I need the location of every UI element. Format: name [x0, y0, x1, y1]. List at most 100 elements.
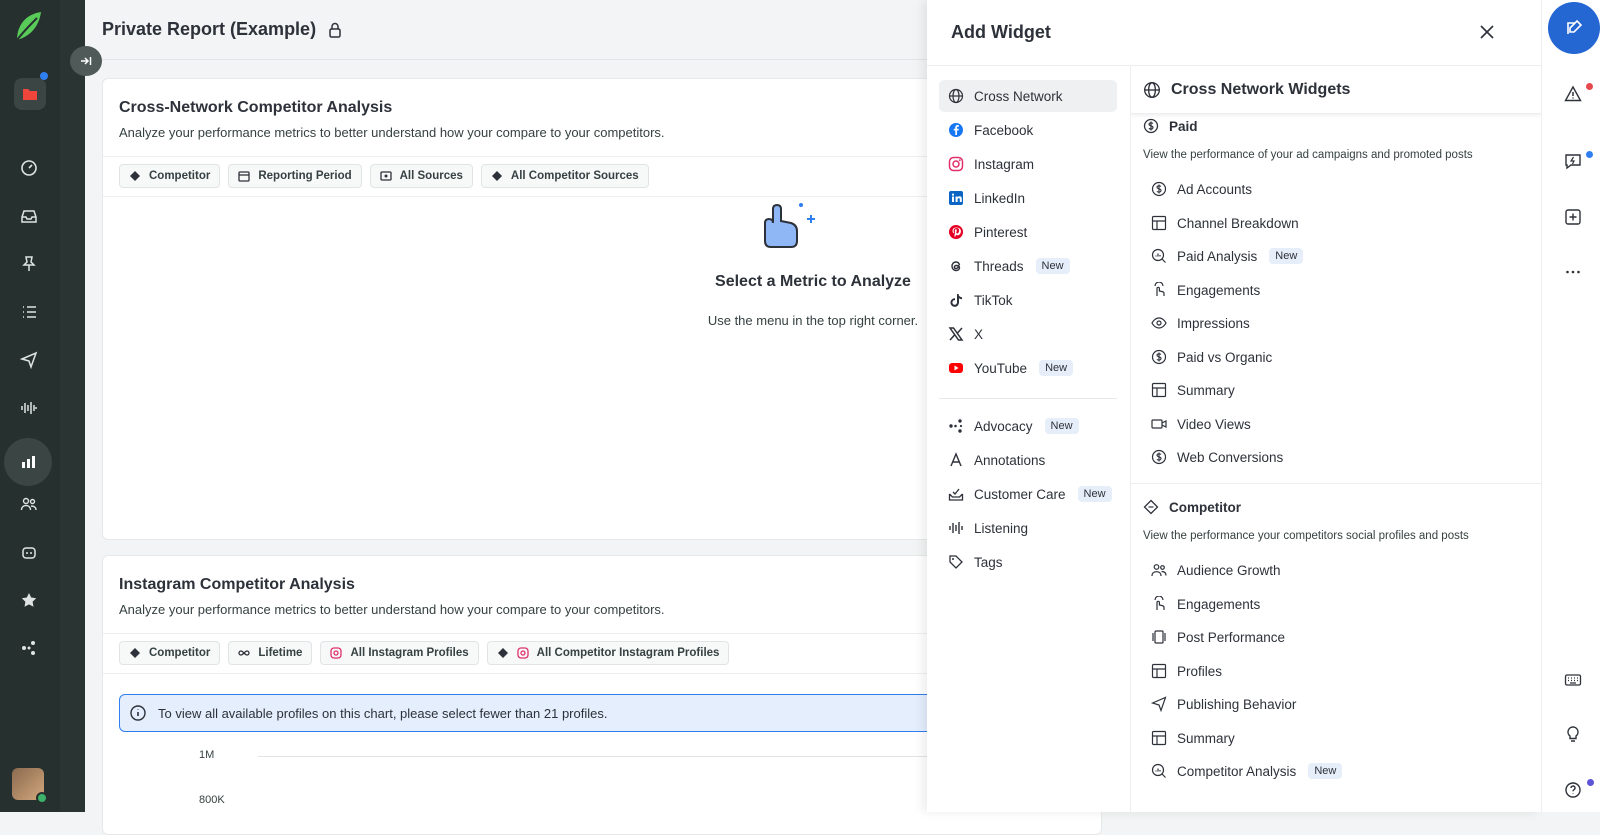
- network-nav: Cross Network Facebook Instagram LinkedI…: [927, 66, 1131, 812]
- table-icon: [1151, 730, 1167, 746]
- reports-folder-button[interactable]: [14, 78, 46, 110]
- paper-plane-icon: [20, 351, 38, 369]
- calendar-icon: [238, 171, 250, 182]
- nav-item-annotations[interactable]: Annotations: [939, 444, 1117, 476]
- ideas-button[interactable]: [1559, 720, 1587, 748]
- filter-pill-sources[interactable]: All Sources: [369, 164, 473, 188]
- messages-button[interactable]: [1559, 147, 1587, 175]
- widget-profiles[interactable]: Profiles: [1151, 659, 1222, 683]
- filter-pill-competitor[interactable]: Competitor: [119, 641, 221, 665]
- nav-item-listening[interactable]: Listening: [939, 512, 1117, 544]
- plus-square-icon: [1565, 209, 1581, 225]
- paper-plane-icon: [1151, 696, 1167, 712]
- filter-pill-period[interactable]: Reporting Period: [228, 164, 362, 188]
- notification-dot: [40, 72, 48, 80]
- widget-competitor-analysis[interactable]: Competitor Analysis New: [1151, 759, 1343, 783]
- filter-pill-lifetime[interactable]: Lifetime: [228, 641, 313, 665]
- diamond-icon: [130, 648, 140, 658]
- widget-web-conversions[interactable]: Web Conversions: [1151, 445, 1283, 469]
- alerts-button[interactable]: [1559, 80, 1587, 108]
- left-nav-rail: [0, 0, 60, 812]
- info-icon: [130, 705, 146, 721]
- widget-impressions[interactable]: Impressions: [1151, 311, 1250, 335]
- video-camera-icon: [1151, 419, 1167, 429]
- reports-nav-button[interactable]: [4, 438, 52, 486]
- card-title: Instagram Competitor Analysis: [119, 576, 355, 593]
- widget-competitor-engagements[interactable]: Engagements: [1151, 592, 1260, 616]
- advocacy-nav-button[interactable]: [15, 634, 43, 662]
- more-options-button[interactable]: [1559, 258, 1587, 286]
- list-nav-button[interactable]: [15, 298, 43, 326]
- eye-icon: [1151, 317, 1167, 329]
- widget-paid-analysis[interactable]: Paid Analysis New: [1151, 244, 1304, 268]
- filter-pill-competitor-sources[interactable]: All Competitor Sources: [480, 164, 649, 188]
- reviews-nav-button[interactable]: [15, 586, 43, 614]
- new-badge: New: [1077, 486, 1112, 502]
- widget-summary[interactable]: Summary: [1151, 378, 1235, 402]
- folder-icon: [23, 89, 37, 100]
- tiktok-icon: [950, 294, 962, 307]
- widget-engagements[interactable]: Engagements: [1151, 278, 1260, 302]
- widget-post-performance[interactable]: Post Performance: [1151, 625, 1285, 649]
- widget-audience-growth[interactable]: Audience Growth: [1151, 558, 1281, 582]
- inbox-nav-button[interactable]: [15, 202, 43, 230]
- nav-item-x[interactable]: X: [939, 318, 1117, 350]
- diamond-icon: [497, 648, 508, 658]
- sprout-logo-icon[interactable]: [13, 10, 43, 44]
- panel-title: Add Widget: [951, 22, 1051, 42]
- help-dot: [1587, 779, 1594, 786]
- widget-video-views[interactable]: Video Views: [1151, 412, 1251, 436]
- nav-item-linkedin[interactable]: LinkedIn: [939, 182, 1117, 214]
- nav-item-youtube[interactable]: YouTube New: [939, 352, 1117, 384]
- message-dot: [1586, 151, 1593, 158]
- dashboard-nav-button[interactable]: [15, 154, 43, 182]
- nav-item-pinterest[interactable]: Pinterest: [939, 216, 1117, 248]
- nav-item-instagram[interactable]: Instagram: [939, 148, 1117, 180]
- page-title: Private Report (Example): [102, 19, 317, 39]
- annotation-a-icon: [950, 452, 962, 467]
- nav-item-tiktok[interactable]: TikTok: [939, 284, 1117, 316]
- widget-list-title: Cross Network Widgets: [1171, 80, 1351, 98]
- nav-item-advocacy[interactable]: Advocacy New: [939, 410, 1117, 442]
- profile-card-icon: [379, 171, 392, 181]
- widget-publishing-behavior[interactable]: Publishing Behavior: [1151, 692, 1296, 716]
- dollar-circle-icon: [1143, 118, 1159, 134]
- compose-button[interactable]: [1548, 2, 1600, 54]
- bot-nav-button[interactable]: [15, 538, 43, 566]
- nav-item-tags[interactable]: Tags: [939, 546, 1117, 578]
- add-button[interactable]: [1559, 203, 1587, 231]
- people-nav-button[interactable]: [15, 490, 43, 518]
- globe-icon: [1144, 81, 1160, 98]
- section-competitor-description: View the performance your competitors so…: [1143, 530, 1469, 542]
- expand-sidebar-button[interactable]: [70, 46, 102, 76]
- gauge-icon: [21, 160, 37, 176]
- filter-pill-competitor-instagram-profiles[interactable]: All Competitor Instagram Profiles: [486, 641, 730, 665]
- nav-divider: [939, 398, 1117, 399]
- widget-channel-breakdown[interactable]: Channel Breakdown: [1151, 211, 1299, 235]
- filter-pill-competitor[interactable]: Competitor: [119, 164, 221, 188]
- widget-ad-accounts[interactable]: Ad Accounts: [1151, 177, 1252, 201]
- lock-icon: [329, 22, 341, 38]
- x-logo-icon: [948, 327, 964, 341]
- filter-pill-instagram-profiles[interactable]: All Instagram Profiles: [320, 641, 479, 665]
- instagram-icon: [517, 647, 529, 659]
- publishing-nav-button[interactable]: [15, 346, 43, 374]
- widget-list: Cross Network Widgets Paid View the perf…: [1131, 66, 1541, 812]
- widget-paid-vs-organic[interactable]: Paid vs Organic: [1151, 345, 1272, 369]
- info-banner-text: To view all available profiles on this c…: [158, 705, 608, 721]
- section-competitor-title: Competitor: [1143, 499, 1241, 515]
- widget-competitor-summary[interactable]: Summary: [1151, 726, 1235, 750]
- nav-item-threads[interactable]: Threads New: [939, 250, 1117, 282]
- help-button[interactable]: [1559, 776, 1587, 804]
- close-panel-button[interactable]: [1473, 18, 1501, 46]
- nav-item-facebook[interactable]: Facebook: [939, 114, 1117, 146]
- keyboard-shortcuts-button[interactable]: [1559, 666, 1587, 694]
- edit-pencil-icon: [1567, 19, 1583, 34]
- search-chart-icon: [1151, 763, 1166, 778]
- nav-item-cross-network[interactable]: Cross Network: [939, 80, 1117, 112]
- listening-nav-button[interactable]: [15, 394, 43, 422]
- tasks-nav-button[interactable]: [15, 250, 43, 278]
- online-status-dot: [36, 792, 48, 804]
- nav-item-customer-care[interactable]: Customer Care New: [939, 478, 1117, 510]
- section-paid-title: Paid: [1143, 118, 1198, 134]
